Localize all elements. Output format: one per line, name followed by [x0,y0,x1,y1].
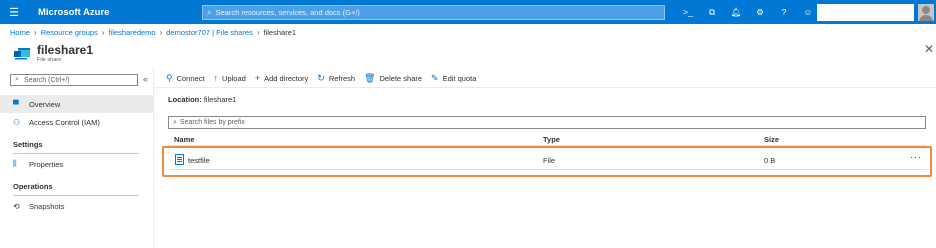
sidebar-item-label: Properties [29,159,64,169]
location-label: Location: [168,95,202,104]
breadcrumb-resource-groups[interactable]: Resource groups [41,28,98,37]
file-size: 0 B [764,156,776,165]
sidebar: ⌕ Search (Ctrl+/) « ▀ Overview ⚇ Access … [0,68,154,248]
cloud-shell-icon[interactable]: >_ [676,0,700,24]
refresh-icon: ↻ [317,72,325,83]
chevron-right-icon: › [101,28,105,37]
table-row[interactable]: testfile File 0 B ··· [162,146,932,177]
search-icon: ⌕ [15,76,19,83]
refresh-button[interactable]: ↻ Refresh [317,73,355,84]
file-type: File [543,156,556,165]
delete-share-button[interactable]: 🗑︎ Delete share [364,73,422,84]
file-icon [175,154,184,165]
pencil-icon: ✎ [431,72,439,83]
command-bar: ⚲ Connect ↑ Upload + Add directory ↻ Ref… [166,70,485,86]
connect-button[interactable]: ⚲ Connect [166,73,205,84]
divider [13,153,139,154]
divider [170,169,926,170]
global-search-placeholder: Search resources, services, and docs (G+… [215,8,360,17]
sidebar-item-label: Snapshots [29,201,65,211]
column-header-name[interactable]: Name [174,135,194,144]
brand-title[interactable]: Microsoft Azure [28,7,198,18]
avatar[interactable] [918,4,934,21]
help-icon[interactable]: ? [772,0,796,24]
account-box[interactable] [817,4,914,21]
directory-filter-icon[interactable]: ⧉ [700,0,724,24]
sidebar-item-access-control[interactable]: ⚇ Access Control (IAM) [0,113,153,131]
sidebar-item-snapshots[interactable]: ⟲ Snapshots [0,197,153,215]
chevron-right-icon: › [34,28,37,37]
snapshots-icon: ⟲ [13,201,20,211]
breadcrumb: Home › Resource groups › filesharedemo ›… [10,28,296,37]
close-icon[interactable]: ✕ [924,42,934,56]
top-bar: ☰ Microsoft Azure ⌕ Search resources, se… [0,0,936,24]
plug-icon: ⚲ [166,72,173,83]
page-title: fileshare1 [37,43,94,57]
plus-icon: + [254,73,261,83]
hamburger-icon[interactable]: ☰ [0,0,28,24]
settings-icon[interactable]: ⚙ [748,0,772,24]
file-search-input[interactable]: ⌕ Search files by prefix [168,116,926,129]
breadcrumb-storage-account[interactable]: demostor707 | File shares [166,28,253,37]
search-icon: ⌕ [173,118,177,126]
chevron-right-icon: › [159,28,163,37]
notifications-icon[interactable]: 🔔︎ [724,0,748,24]
breadcrumb-filesharedemo[interactable]: filesharedemo [108,28,155,37]
search-icon: ⌕ [207,7,212,17]
location-line: Location: fileshare1 [168,95,236,104]
collapse-sidebar-icon[interactable]: « [143,74,148,84]
page-subtitle: File share [37,57,62,63]
sidebar-item-label: Access Control (IAM) [29,117,100,127]
sidebar-section-settings: Settings [13,140,43,149]
chevron-right-icon: › [256,28,260,37]
upload-label: Upload [222,73,246,83]
add-directory-button[interactable]: + Add directory [255,73,308,83]
sidebar-item-overview[interactable]: ▀ Overview [0,95,153,113]
location-value: fileshare1 [203,95,237,104]
sidebar-item-properties[interactable]: ⫼ Properties [0,155,153,173]
refresh-label: Refresh [328,73,356,83]
delete-share-label: Delete share [379,73,423,83]
file-name[interactable]: testfile [188,156,210,165]
sidebar-section-operations: Operations [13,182,53,191]
breadcrumb-current: fileshare1 [263,28,297,37]
sidebar-item-label: Overview [29,99,61,109]
overview-icon: ▀ [13,99,19,109]
trash-icon: 🗑︎ [364,72,376,83]
global-search-input[interactable]: ⌕ Search resources, services, and docs (… [202,5,665,20]
add-directory-label: Add directory [264,73,309,83]
sidebar-search-input[interactable]: ⌕ Search (Ctrl+/) [10,74,138,86]
file-share-icon [14,48,30,60]
connect-label: Connect [176,73,205,83]
file-search-placeholder: Search files by prefix [179,119,245,126]
upload-button[interactable]: ↑ Upload [214,73,246,83]
column-header-size[interactable]: Size [764,135,779,144]
edit-quota-label: Edit quota [442,73,477,83]
upload-icon: ↑ [213,73,219,83]
more-options-icon[interactable]: ··· [910,152,922,163]
access-control-icon: ⚇ [13,117,21,127]
sidebar-search-placeholder: Search (Ctrl+/) [23,76,70,84]
divider [13,195,139,196]
divider [154,87,936,88]
properties-icon: ⫼ [13,159,17,168]
edit-quota-button[interactable]: ✎ Edit quota [431,73,476,84]
breadcrumb-home[interactable]: Home [10,28,30,37]
column-header-type[interactable]: Type [543,135,560,144]
